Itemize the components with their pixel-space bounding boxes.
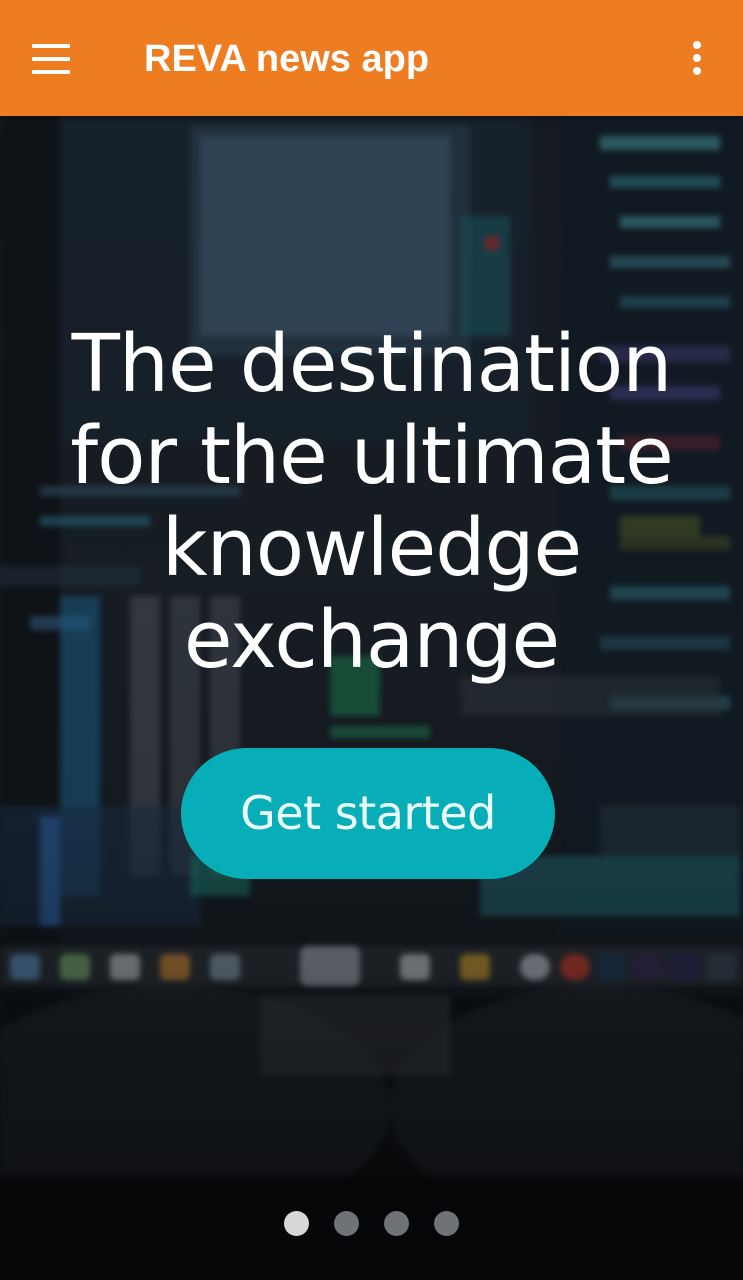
- get-started-button[interactable]: Get started: [181, 748, 555, 879]
- page-dot[interactable]: [334, 1211, 359, 1236]
- page-dot-active[interactable]: [284, 1211, 309, 1236]
- onboarding-headline: The destination for the ultimate knowled…: [40, 318, 703, 686]
- page-dot[interactable]: [434, 1211, 459, 1236]
- app-screen: REVA news app The destination for the ul…: [0, 0, 743, 1280]
- more-vert-icon[interactable]: [671, 30, 723, 86]
- page-dot[interactable]: [384, 1211, 409, 1236]
- headline-line: knowledge: [161, 502, 582, 594]
- app-bar: REVA news app: [0, 0, 743, 116]
- app-title: REVA news app: [144, 38, 430, 80]
- hero-background: [0, 116, 743, 1280]
- headline-line: The destination: [71, 318, 673, 410]
- headline-line: for the ultimate: [70, 410, 673, 502]
- page-indicator: [284, 1211, 464, 1237]
- hero-overlay: [0, 116, 743, 1280]
- headline-line: exchange: [183, 594, 560, 686]
- hamburger-menu-icon[interactable]: [20, 28, 82, 90]
